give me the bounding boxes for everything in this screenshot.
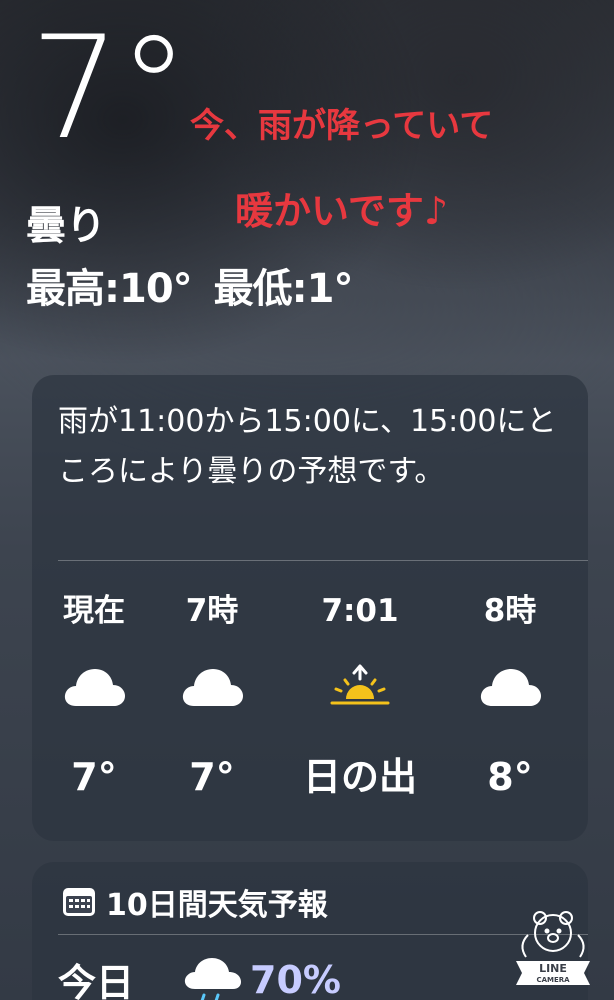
card-divider [58, 934, 588, 935]
cloud-icon [152, 637, 272, 735]
forecast-header: 10日間天気予報 [62, 880, 328, 924]
sunrise-icon [300, 637, 420, 735]
forecast-row-today[interactable]: 今日 70% [58, 952, 341, 1000]
hour-label: 7:01 [321, 593, 399, 629]
forecast-summary: 雨が11:00から15:00に、15:00にところにより曇りの予想です。 [58, 404, 557, 489]
precip-chance: 70% [250, 957, 341, 1000]
watermark-line1: LINE [539, 962, 567, 975]
hour-temp: 日の出 [302, 755, 417, 799]
high-temp: 最高:10° [26, 266, 193, 312]
hour-label: 7時 [185, 593, 239, 629]
ten-day-forecast-card[interactable]: 10日間天気予報 今日 70% [32, 862, 588, 1000]
hour-label: 現在 [63, 593, 125, 629]
hour-item-8[interactable]: 8時 8° [450, 585, 570, 807]
current-temperature: 7° [30, 6, 189, 171]
condition-text: 曇り [26, 203, 106, 249]
cloud-rain-icon [184, 957, 242, 1000]
hourly-list[interactable]: 現在 7° 7時 7° 7:01 日の出 8時 8° [32, 585, 588, 825]
forecast-title: 10日間天気予報 [106, 888, 328, 923]
hour-item-7[interactable]: 7時 7° [152, 585, 272, 807]
annotation-line-1: 今、雨が降っていて [190, 106, 494, 146]
hour-temp: 7° [189, 755, 235, 799]
cloud-icon [34, 637, 154, 735]
hour-temp: 7° [71, 755, 117, 799]
hour-item-now[interactable]: 現在 7° [34, 585, 154, 807]
hour-temp: 8° [487, 755, 533, 799]
calendar-icon [63, 888, 95, 916]
day-label: 今日 [58, 961, 135, 1000]
hour-item-sunrise[interactable]: 7:01 日の出 [300, 585, 420, 807]
bear-icon [521, 911, 585, 958]
high-low: 最高:10° 最低:1° [26, 256, 353, 314]
hourly-forecast-card[interactable]: 雨が11:00から15:00に、15:00にところにより曇りの予想です。 現在 … [32, 375, 588, 841]
cloud-icon [450, 637, 570, 735]
low-temp: 最低:1° [213, 266, 354, 312]
watermark-line2: CAMERA [536, 976, 570, 984]
card-divider [58, 560, 588, 561]
annotation-line-2: 暖かいです♪ [235, 189, 449, 233]
hour-label: 8時 [483, 593, 537, 629]
line-camera-watermark: LINE CAMERA [512, 905, 594, 997]
